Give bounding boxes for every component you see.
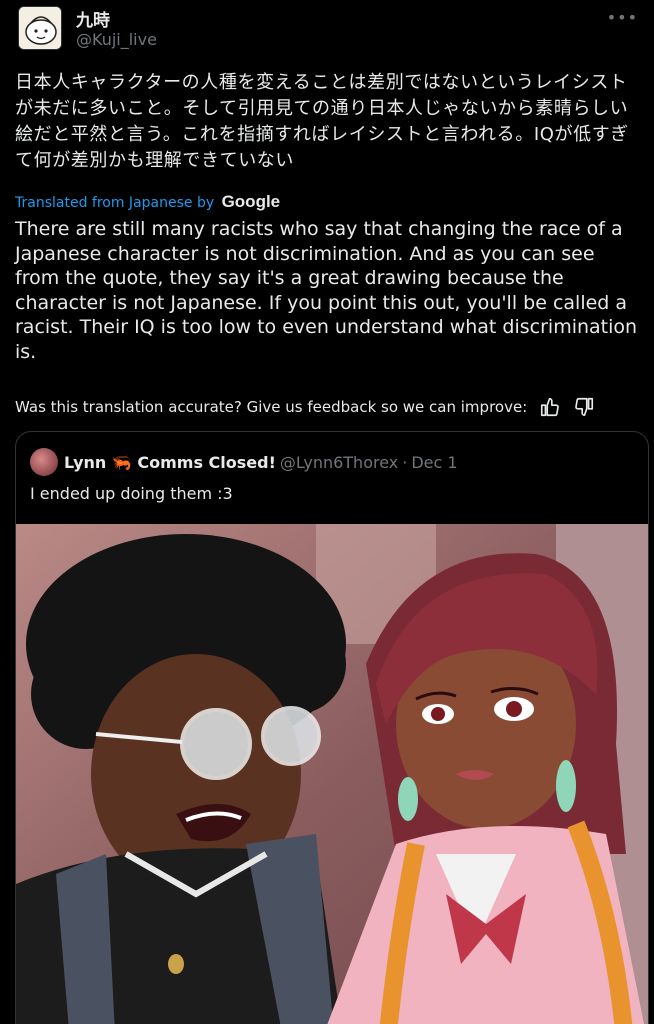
quoted-author-avatar[interactable] [30,448,58,476]
author-avatar[interactable] [18,6,62,50]
quoted-author-name[interactable]: Lynn 🦐 Comms Closed! [64,453,276,472]
author-handle[interactable]: @Kuji_live [76,30,157,49]
quoted-tweet-date[interactable]: Dec 1 [411,453,457,472]
translation-attribution[interactable]: Translated from Japanese by Google [15,192,280,212]
illustration-image [16,524,648,1024]
tweet-translated-text: There are still many racists who say tha… [15,218,638,363]
quoted-tweet-text: I ended up doing them :3 [30,484,233,503]
translation-feedback: Was this translation accurate? Give us f… [15,396,595,418]
quoted-tweet-header: Lynn 🦐 Comms Closed! @Lynn6Thorex · Dec … [30,448,458,476]
quoted-author-handle[interactable]: @Lynn6Thorex [280,453,398,472]
date-separator: · [402,452,408,472]
more-dots-icon[interactable]: ••• [607,8,638,27]
thumbs-down-icon[interactable] [573,396,595,418]
feedback-prompt: Was this translation accurate? Give us f… [15,398,528,416]
translation-label: Translated from Japanese by [15,195,215,211]
tweet-header: 九時 @Kuji_live ••• [18,6,638,50]
quoted-tweet-image[interactable] [16,524,648,1024]
thumbs-up-icon[interactable] [539,396,561,418]
google-logo: Google [221,192,281,211]
author-display-name[interactable]: 九時 [76,6,110,31]
tweet-original-text: 日本人キャラクターの人種を変えることは差別ではないというレイシストが未だに多いこ… [15,72,629,171]
avatar-face-icon [19,7,61,49]
quoted-tweet[interactable]: Lynn 🦐 Comms Closed! @Lynn6Thorex · Dec … [15,431,649,1024]
